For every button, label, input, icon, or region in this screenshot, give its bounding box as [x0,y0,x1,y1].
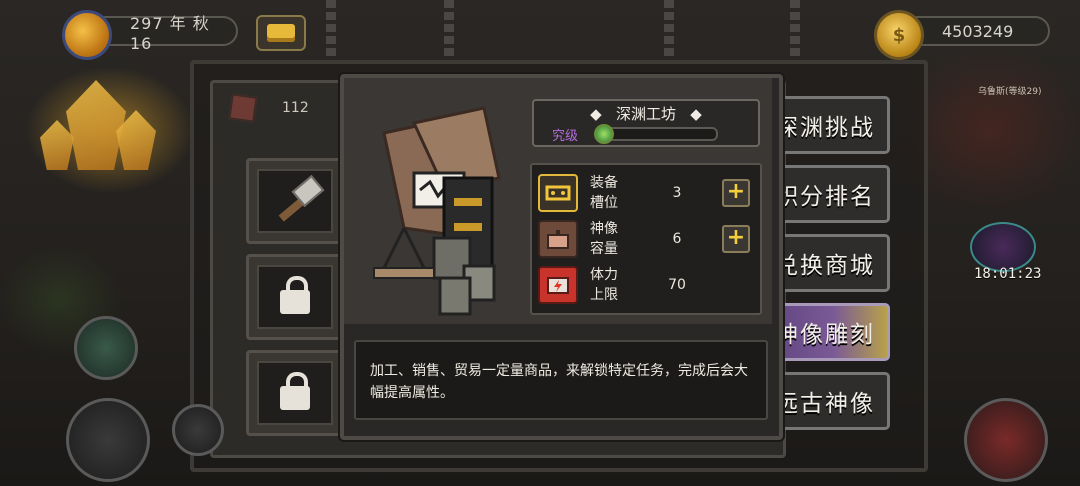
stamina-battery-icon [538,266,578,304]
building-portrait-icon[interactable] [66,398,150,482]
map-button[interactable] [256,15,306,51]
amber-crystal [66,80,126,170]
workshop-rank: 究级 [552,129,579,144]
stat-value: 70 [668,277,686,293]
stat-value: 3 [672,185,682,201]
amber-crystal [40,120,74,170]
stat-equipment-slots: 装备 槽位 3 + [538,171,752,215]
lock-icon [280,276,310,314]
workshop-description: 加工、销售、贸易一定量商品，来解锁特定任务，完成后会大幅提高属性。 [370,363,748,401]
coin-amount: 4503249 [942,21,1014,41]
upgrade-capacity-button[interactable]: + [722,225,750,253]
workshop-title: ◆ 深渊工坊 ◆ [590,105,702,123]
green-gem-icon [594,124,614,144]
gear-badge-icon[interactable] [172,404,224,456]
lock-icon [280,372,310,410]
stat-label: 体力 上限 [590,267,618,303]
workshop-title-box: ◆ 深渊工坊 ◆ 究级 [532,99,760,147]
equipment-slot-3[interactable] [246,350,344,436]
creature-portrait-icon[interactable] [74,316,138,380]
event-timer: 18:01:23 [974,266,1042,282]
moon-season-icon[interactable] [62,10,112,60]
chain-decor [444,0,454,56]
equipment-slot-1[interactable] [246,158,344,244]
chain-decor [790,0,800,56]
date-text: 297 年 秋 16 [130,13,210,53]
gold-coin-icon: $ [874,10,924,60]
workshop-progress-bar [598,127,718,141]
boss-portrait-icon[interactable] [970,222,1036,272]
slot-frame [257,265,333,329]
workshop-description-box: 加工、销售、贸易一定量商品，来解锁特定任务，完成后会大幅提高属性。 [354,340,768,420]
idol-box-icon [538,220,578,258]
menu-label: 深渊挑战 [775,115,875,141]
upgrade-slots-button[interactable]: + [722,179,750,207]
map-icon [267,24,295,42]
workshop-title-text: 深渊工坊 [615,105,676,123]
shield-emblem-icon[interactable] [964,398,1048,482]
stat-idol-capacity: 神像 容量 6 + [538,217,752,261]
hammer-icon [271,177,319,225]
ore-cube-icon [228,93,258,123]
menu-label: 神像雕刻 [775,322,875,348]
chain-decor [326,0,336,56]
menu-label: 积分排名 [775,184,875,210]
npc-name-label: 乌鲁斯(等级29) [978,87,1042,97]
equipment-slot-icon [538,174,578,212]
resource-1-count: 112 [282,100,309,116]
slot-frame [257,361,333,425]
slot-frame [257,169,333,233]
menu-label: 远古神像 [775,391,875,417]
stat-label: 装备 槽位 [590,175,618,211]
workshop-stats: 装备 槽位 3 + 神像 容量 6 + 体力 上限 70 [530,163,762,315]
equipment-slot-2[interactable] [246,254,344,340]
stat-stamina-limit: 体力 上限 70 [538,263,752,307]
workshop-illustration-icon [373,106,501,316]
stat-value: 6 [672,231,682,247]
stat-label: 神像 容量 [590,221,618,257]
chain-decor [664,0,674,56]
menu-label: 兑换商城 [775,253,875,279]
